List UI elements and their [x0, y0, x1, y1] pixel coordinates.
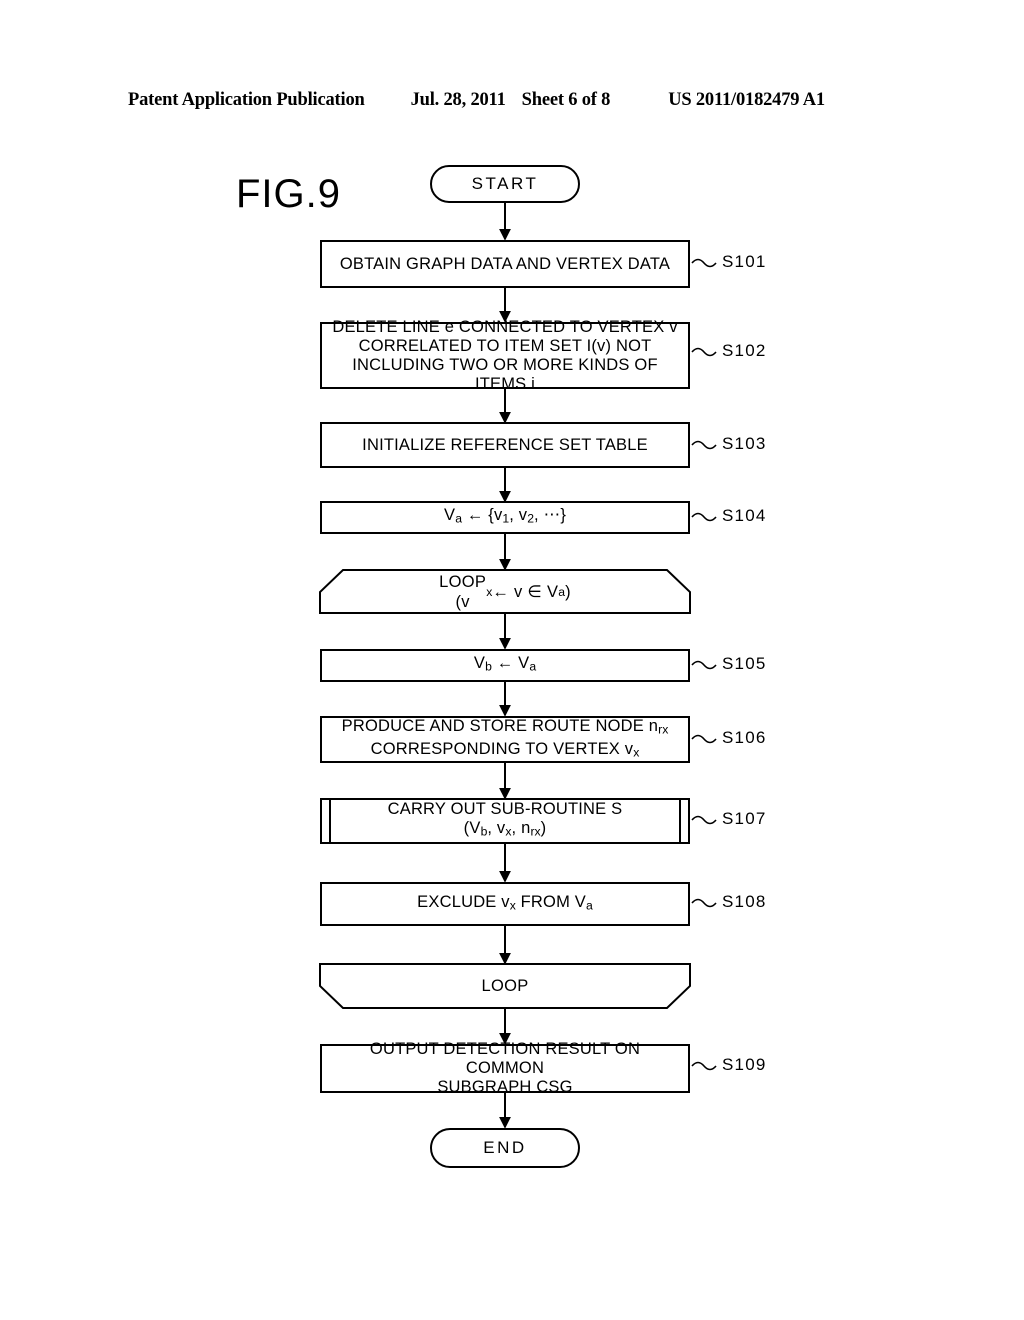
node-s109-label: OUTPUT DETECTION RESULT ON COMMON SUBGRA… — [369, 1040, 641, 1096]
node-s101: OBTAIN GRAPH DATA AND VERTEX DATA — [320, 240, 690, 288]
step-label-s109: S109 — [722, 1055, 767, 1074]
node-s108: EXCLUDE vx FROM Va — [320, 882, 690, 926]
node-end-label: END — [483, 1138, 527, 1157]
node-start: START — [430, 165, 580, 203]
node-s103: INITIALIZE REFERENCE SET TABLE — [320, 422, 690, 468]
node-s108-label: EXCLUDE vx FROM Va — [417, 892, 593, 913]
node-s106: PRODUCE AND STORE ROUTE NODE nrx CORRESPO… — [320, 716, 690, 763]
step-label-s104: S104 — [722, 506, 767, 525]
node-s101-label: OBTAIN GRAPH DATA AND VERTEX DATA — [339, 254, 671, 273]
step-label-s108: S108 — [722, 892, 767, 911]
step-label-s103: S103 — [722, 434, 767, 453]
node-s106-label: PRODUCE AND STORE ROUTE NODE nrx CORRESPO… — [341, 716, 669, 760]
node-s102-label: DELETE LINE e CONNECTED TO VERTEX v CORR… — [332, 317, 678, 393]
node-s107: CARRY OUT SUB-ROUTINE S (Vb, vx, nrx) — [320, 798, 690, 844]
step-label-s101: S101 — [722, 252, 767, 271]
step-label-s107: S107 — [722, 809, 767, 828]
step-label-leaders — [691, 258, 717, 1071]
step-label-s102: S102 — [722, 341, 767, 360]
node-end: END — [430, 1128, 580, 1168]
step-label-s106: S106 — [722, 728, 767, 747]
node-s102: DELETE LINE e CONNECTED TO VERTEX v CORR… — [320, 318, 690, 393]
node-s105: Vb ← Va — [320, 649, 690, 682]
node-s109: OUTPUT DETECTION RESULT ON COMMON SUBGRA… — [320, 1040, 690, 1096]
step-label-s105: S105 — [722, 654, 767, 673]
node-s104: Va ← {v1, v2, ⋯} — [320, 501, 690, 534]
loop-end-shape — [319, 963, 691, 1009]
loop-start-shape — [319, 569, 691, 614]
node-s105-label: Vb ← Va — [473, 654, 537, 674]
node-s103-label: INITIALIZE REFERENCE SET TABLE — [362, 435, 648, 454]
node-s107-label: CARRY OUT SUB-ROUTINE S (Vb, vx, nrx) — [387, 800, 623, 839]
node-start-label: START — [471, 174, 539, 193]
node-s104-label: Va ← {v1, v2, ⋯} — [443, 506, 567, 526]
